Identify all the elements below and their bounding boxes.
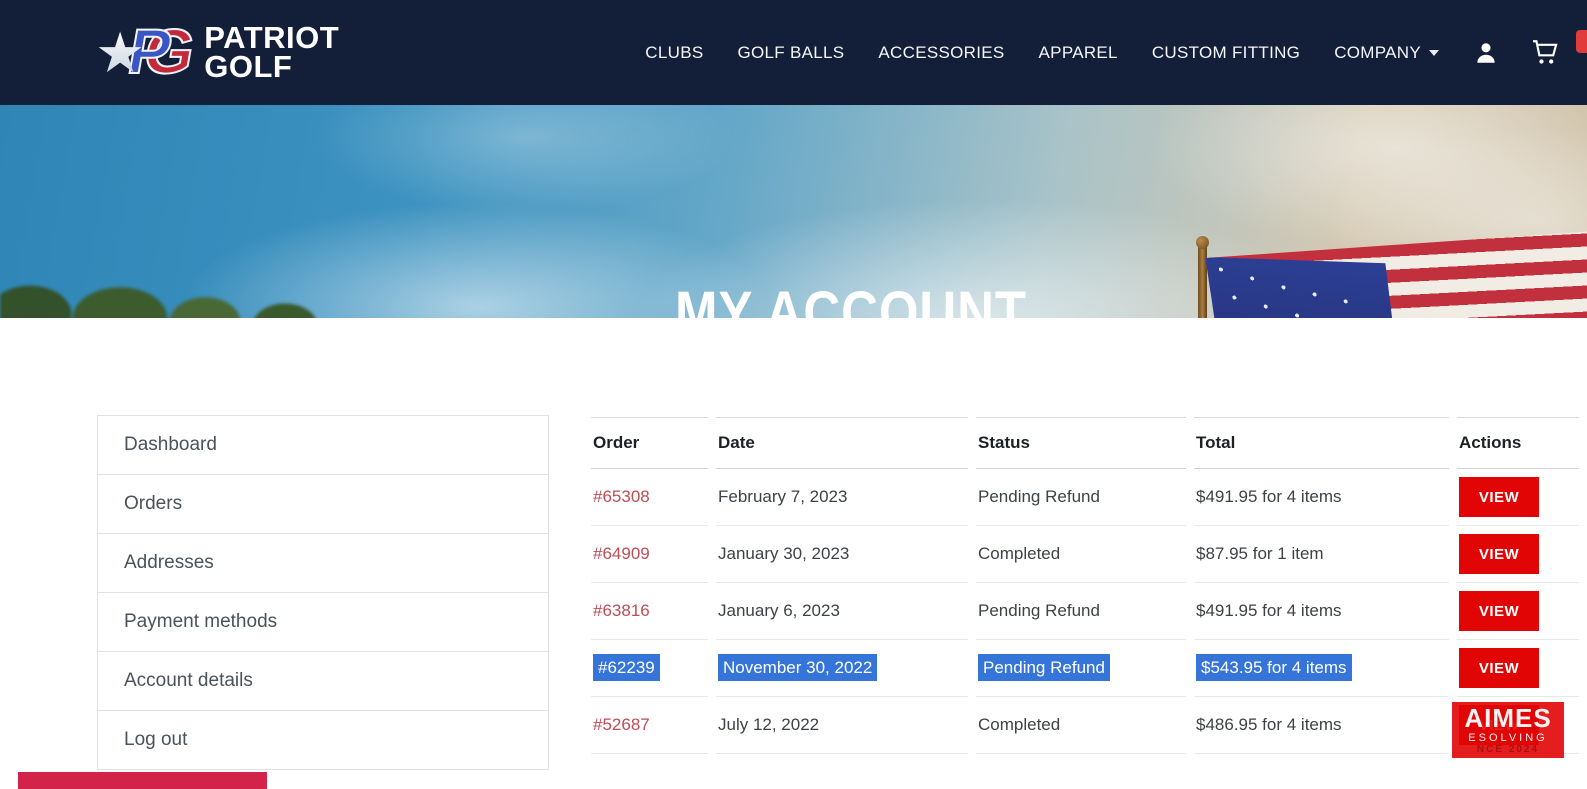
nav-item-label: CUSTOM FITTING <box>1152 43 1300 63</box>
nav-item-apparel[interactable]: APPAREL <box>1039 43 1118 63</box>
nav-item-label: APPAREL <box>1039 43 1118 63</box>
account-content: DashboardOrdersAddressesPayment methodsA… <box>0 318 1587 770</box>
flag-canton <box>1205 257 1397 318</box>
sidebar-item-dashboard[interactable]: Dashboard <box>97 415 549 475</box>
order-date: November 30, 2022 <box>718 654 877 681</box>
view-button[interactable]: VIEW <box>1459 648 1539 688</box>
order-number-link[interactable]: #62239 <box>593 654 660 681</box>
view-button[interactable]: VIEW <box>1459 705 1539 745</box>
order-status: Pending Refund <box>978 654 1110 681</box>
account-sidebar: DashboardOrdersAddressesPayment methodsA… <box>97 415 549 770</box>
cart-count-badge <box>1576 30 1587 53</box>
order-status: Pending Refund <box>978 487 1100 506</box>
order-status: Pending Refund <box>978 601 1100 620</box>
order-row: #63816 January 6, 2023 Pending Refund $491.… <box>591 583 1579 640</box>
sidebar-item-account-details[interactable]: Account details <box>97 651 549 711</box>
sidebar-item-addresses[interactable]: Addresses <box>97 533 549 593</box>
nav-item-label: COMPANY <box>1334 43 1421 63</box>
column-header-actions: Actions <box>1457 417 1579 469</box>
order-number-link[interactable]: #64909 <box>593 544 650 563</box>
order-total: $486.95 for 4 items <box>1196 715 1342 734</box>
nav-item-custom-fitting[interactable]: CUSTOM FITTING <box>1152 43 1300 63</box>
order-number-link[interactable]: #52687 <box>593 715 650 734</box>
column-header-total: Total <box>1194 417 1449 469</box>
view-button[interactable]: VIEW <box>1459 591 1539 631</box>
chevron-down-icon <box>1429 50 1439 56</box>
star-icon: ★ <box>95 25 145 81</box>
orders-table: OrderDateStatusTotalActions #65308 Februa… <box>583 417 1587 754</box>
column-header-status: Status <box>976 417 1186 469</box>
logo-word-line2: GOLF <box>204 53 339 82</box>
american-flag-image <box>1205 207 1587 318</box>
view-button[interactable]: VIEW <box>1459 534 1539 574</box>
nav-item-accessories[interactable]: ACCESSORIES <box>878 43 1004 63</box>
hero-banner: MY ACCOUNT <box>0 105 1587 318</box>
order-status: Completed <box>978 544 1060 563</box>
partial-bottom-button[interactable] <box>18 772 267 789</box>
main-nav-menu: CLUBS GOLF BALLS ACCESSORIES APPAREL CUSTOM … <box>645 43 1439 63</box>
order-row: #65308 February 7, 2023 Pending Refund $491… <box>591 469 1579 526</box>
logo-wordmark: PATRIOT GOLF <box>204 24 339 82</box>
nav-item-golf-balls[interactable]: GOLF BALLS <box>737 43 844 63</box>
nav-item-label: GOLF BALLS <box>737 43 844 63</box>
nav-item-clubs[interactable]: CLUBS <box>645 43 703 63</box>
order-row: #52687 July 12, 2022 Completed $486.95 for … <box>591 697 1579 754</box>
order-number-link[interactable]: #63816 <box>593 601 650 620</box>
view-button[interactable]: VIEW <box>1459 477 1539 517</box>
account-icon[interactable] <box>1473 40 1499 66</box>
nav-item-label: CLUBS <box>645 43 703 63</box>
nav-item-label: ACCESSORIES <box>878 43 1004 63</box>
page: ★ P G PATRIOT GOLF CLUBS GOLF BALLS ACCESS… <box>0 0 1587 789</box>
order-status: Completed <box>978 715 1060 734</box>
order-total: $491.95 for 4 items <box>1196 601 1342 620</box>
order-total: $491.95 for 4 items <box>1196 487 1342 506</box>
nav-item-company[interactable]: COMPANY <box>1334 43 1439 63</box>
order-date: January 30, 2023 <box>718 544 849 563</box>
brand-logo[interactable]: ★ P G PATRIOT GOLF <box>95 21 339 84</box>
flag-pole-finial <box>1196 236 1209 249</box>
column-header-date: Date <box>716 417 968 469</box>
order-date: July 12, 2022 <box>718 715 819 734</box>
cart-icon[interactable] <box>1531 39 1561 66</box>
order-total: $87.95 for 1 item <box>1196 544 1324 563</box>
column-header-order: Order <box>591 417 708 469</box>
order-row: #64909 January 30, 2023 Completed $87.95 fo… <box>591 526 1579 583</box>
sidebar-item-orders[interactable]: Orders <box>97 474 549 534</box>
sidebar-item-payment-methods[interactable]: Payment methods <box>97 592 549 652</box>
orders-section: OrderDateStatusTotalActions #65308 Februa… <box>583 417 1587 754</box>
order-number-link[interactable]: #65308 <box>593 487 650 506</box>
top-navbar: ★ P G PATRIOT GOLF CLUBS GOLF BALLS ACCESS… <box>0 0 1587 105</box>
order-date: January 6, 2023 <box>718 601 840 620</box>
orders-table-header: OrderDateStatusTotalActions <box>591 417 1579 469</box>
page-title: MY ACCOUNT <box>675 279 1027 318</box>
order-total: $543.95 for 4 items <box>1196 654 1352 681</box>
trees-image <box>0 252 360 318</box>
order-row: #62239 November 30, 2022 Pending Refund $54… <box>591 640 1579 697</box>
order-date: February 7, 2023 <box>718 487 847 506</box>
sidebar-item-log-out[interactable]: Log out <box>97 710 549 770</box>
flag-pole <box>1198 247 1207 318</box>
